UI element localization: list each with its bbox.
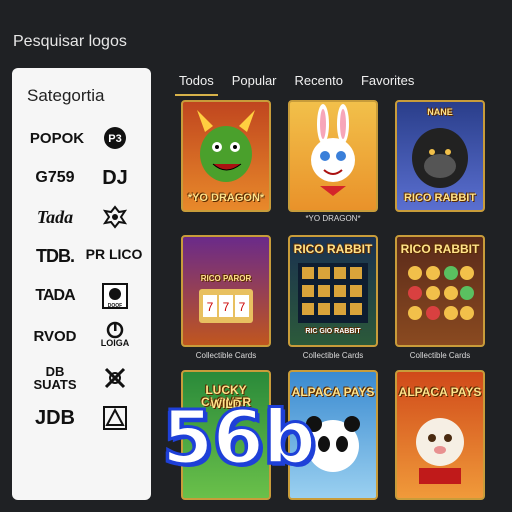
knot-icon [104, 367, 126, 389]
svg-text:P3: P3 [108, 133, 121, 145]
card-title: ALPACA PAYS [398, 385, 482, 399]
card-caption: Collectible Cards [302, 351, 364, 360]
logo-dj[interactable]: DJ [84, 164, 146, 192]
svg-text:7: 7 [207, 300, 214, 314]
watermark-overlay-text: 56b [161, 394, 318, 483]
card-caption: *YO DRAGON* [305, 214, 361, 223]
svg-text:7: 7 [223, 300, 230, 314]
card-subtitle: RIC GIO RABBIT [305, 328, 361, 335]
logo-triangle[interactable] [84, 404, 146, 432]
sidebar-title: Sategortia [27, 86, 105, 105]
logo-rvod[interactable]: RVOD [24, 322, 86, 350]
card-caption: Collectible Cards [195, 351, 257, 360]
logo-tdb[interactable]: TDB. [24, 242, 86, 270]
logo-loiga[interactable]: LOIGA [84, 320, 146, 348]
slot-machine-art: 7 7 7 [199, 289, 253, 323]
tab-favorites[interactable]: Favorites [357, 73, 418, 96]
search-label[interactable]: Pesquisar logos [13, 33, 127, 51]
rabbit-art [311, 104, 355, 196]
logo-jdb[interactable]: JDB [24, 404, 86, 432]
logo-tada[interactable]: Tada [24, 203, 86, 231]
logo-emblem[interactable] [84, 203, 146, 231]
logo-g759[interactable]: G759 [24, 164, 86, 192]
tab-popular[interactable]: Popular [228, 73, 281, 96]
tab-recento[interactable]: Recento [291, 73, 347, 96]
logo-tada-block[interactable]: TADA [24, 282, 86, 310]
category-sidebar: Sategortia POPOK P3 G759 DJ Tada TDB. PR… [12, 68, 151, 500]
logo-prlico[interactable]: PR LICO [84, 240, 144, 268]
game-card-rabbit[interactable] [288, 100, 378, 212]
logo-dbsuats[interactable]: DB SUATS [24, 364, 86, 392]
logo-popok[interactable]: POPOK [26, 124, 88, 152]
logo-p3[interactable]: P3 [84, 124, 146, 152]
card-caption: Collectible Cards [409, 351, 471, 360]
card-title: RICO PAROR [200, 274, 252, 283]
game-card-rico-rabbit-grid[interactable]: RICO RABBIT [395, 235, 485, 347]
loiga-logo-icon [106, 321, 124, 338]
card-title: RICO RABBIT [400, 242, 480, 256]
loiga-label: LOIGA [100, 337, 130, 348]
game-card-rico-rabbit-reels[interactable]: RICO RABBIT RIC GIO RABBIT [288, 235, 378, 347]
tab-todos[interactable]: Todos [175, 73, 218, 96]
card-top-title: NANE [427, 107, 453, 117]
doof-logo-icon: DOOF [102, 283, 128, 309]
game-card-rico-paror[interactable]: RICO PAROR 7 7 7 [181, 235, 271, 347]
triangle-logo-icon [103, 406, 127, 430]
card-title: RICO RABBIT [403, 192, 477, 204]
game-card-yo-dragon[interactable]: *YO DRAGON* [181, 100, 271, 212]
svg-text:7: 7 [239, 300, 246, 314]
card-title: *YO DRAGON* [187, 192, 265, 204]
svg-text:DOOF: DOOF [108, 303, 122, 309]
logo-doof[interactable]: DOOF [84, 282, 146, 310]
card-title: RICO RABBIT [293, 242, 373, 256]
logo-knot[interactable] [84, 364, 146, 392]
game-card-rico-rabbit-gorilla[interactable]: NANE RICO RABBIT [395, 100, 485, 212]
game-card-alpaca-pays-lamb[interactable]: ALPACA PAYS [395, 370, 485, 500]
p3-logo-icon: P3 [104, 127, 126, 149]
filter-tabs: Todos Popular Recento Favorites [175, 73, 428, 96]
crest-icon [103, 205, 127, 229]
